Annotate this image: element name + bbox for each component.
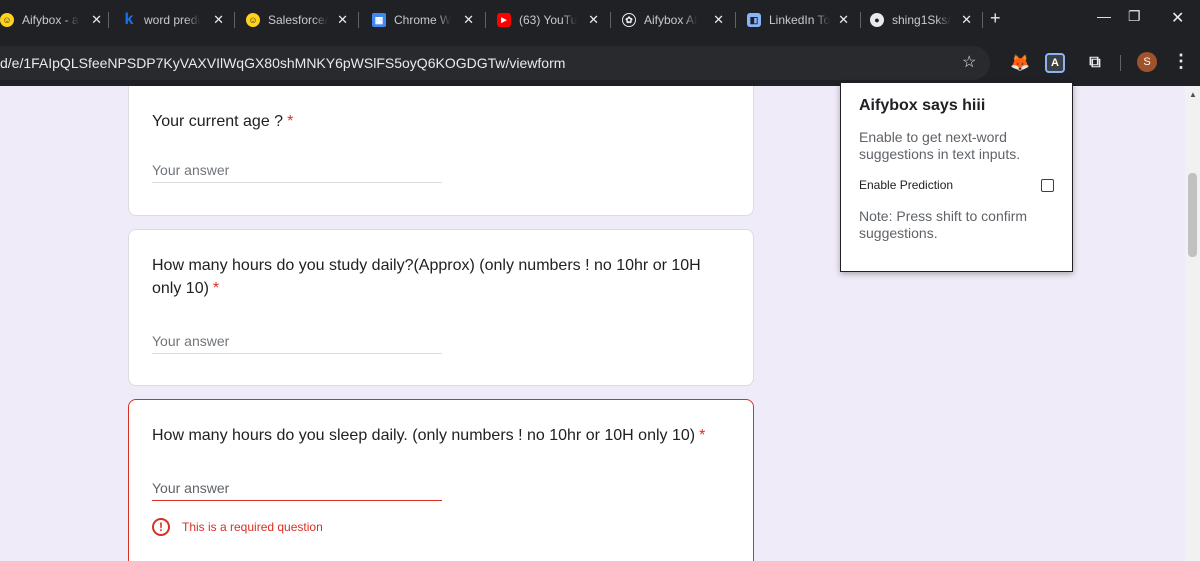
close-icon[interactable]: ✕ <box>713 12 724 28</box>
github-icon: ● <box>870 13 884 27</box>
tab-title: Salesforce/ <box>268 13 329 27</box>
close-icon[interactable]: ✕ <box>91 12 102 28</box>
scroll-thumb[interactable] <box>1188 173 1197 257</box>
question-text: Your current age ? <box>152 113 284 130</box>
address-bar[interactable]: d/e/1FAIpQLSfeeNPSDP7KyVAXVIlWqGX80shMNK… <box>0 46 990 80</box>
aifybox-popup: Aifybox says hiii Enable to get next-wor… <box>840 82 1073 272</box>
tab-title: LinkedIn To <box>769 13 831 27</box>
new-tab-button[interactable]: + <box>990 8 1001 29</box>
tab-title: Aifybox AI <box>644 13 698 27</box>
error-message: ! This is a required question <box>152 518 323 536</box>
enable-prediction-checkbox[interactable] <box>1041 178 1054 192</box>
popup-description: Enable to get next-word suggestions in t… <box>859 129 1021 162</box>
question-card-age: Your current age ? * Your answer <box>128 86 754 216</box>
question-title: How many hours do you sleep daily. (only… <box>152 424 732 447</box>
tab-strip: ☺ Aifybox - a ✕ k word predi ✕ ☺ Salesfo… <box>0 0 1200 40</box>
page-scrollbar[interactable]: ▲ <box>1185 86 1200 561</box>
popup-title: Aifybox says hiii <box>859 97 986 114</box>
tab-salesforce[interactable]: ☺ Salesforce/ ✕ <box>246 8 354 32</box>
question-text: How many hours do you sleep daily. (only… <box>152 427 696 444</box>
question-text: How many hours do you study daily?(Appro… <box>152 257 701 297</box>
aifybox-extension-icon[interactable]: A <box>1045 53 1065 73</box>
close-icon[interactable]: ✕ <box>588 12 599 28</box>
enable-prediction-row[interactable]: Enable Prediction <box>859 178 1054 192</box>
close-icon[interactable]: ✕ <box>961 12 972 28</box>
tab-github[interactable]: ● shing1Sks/ ✕ <box>870 8 978 32</box>
tab-title: (63) YouTu <box>519 13 578 27</box>
scroll-up-arrow-icon[interactable]: ▲ <box>1189 90 1197 99</box>
tab-separator <box>485 12 486 28</box>
bookmark-star-icon[interactable]: ☆ <box>962 52 976 72</box>
answer-input[interactable]: Your answer <box>152 162 442 183</box>
required-asterisk: * <box>287 113 294 130</box>
metamask-fox-icon[interactable]: 🦊 <box>1010 53 1030 73</box>
minimize-icon[interactable]: — <box>1097 8 1111 24</box>
tab-title: shing1Sks/ <box>892 13 951 27</box>
tab-separator <box>860 12 861 28</box>
youtube-icon: ▶ <box>497 13 511 27</box>
enable-prediction-label: Enable Prediction <box>859 178 954 192</box>
error-text: This is a required question <box>182 520 323 534</box>
openai-icon: ✿ <box>622 13 636 27</box>
linkedin-icon: ◧ <box>747 13 761 27</box>
required-asterisk: * <box>212 280 220 297</box>
question-card-study-hours: How many hours do you study daily?(Appro… <box>128 229 754 386</box>
close-icon[interactable]: ✕ <box>463 12 474 28</box>
question-card-sleep-hours: How many hours do you sleep daily. (only… <box>128 399 754 561</box>
tab-separator <box>108 12 109 28</box>
tab-separator <box>358 12 359 28</box>
tab-separator <box>610 12 611 28</box>
tab-chrome-web-store[interactable]: ▦ Chrome W ✕ <box>372 8 480 32</box>
tab-separator <box>234 12 235 28</box>
tab-separator <box>982 12 983 28</box>
tab-separator <box>735 12 736 28</box>
profile-avatar[interactable]: S <box>1137 52 1157 72</box>
tab-aifybox-ai[interactable]: ✿ Aifybox AI ✕ <box>622 8 730 32</box>
tab-word-prediction[interactable]: k word predi ✕ <box>122 8 230 32</box>
tab-title: Aifybox - a <box>22 13 79 27</box>
hugging-face-icon: ☺ <box>0 13 14 27</box>
chrome-web-store-icon: ▦ <box>372 13 386 27</box>
chrome-menu-icon[interactable]: ⋮ <box>1172 51 1190 72</box>
close-icon[interactable]: ✕ <box>838 12 849 28</box>
tab-title: word predi <box>144 13 201 27</box>
required-asterisk: * <box>699 427 706 444</box>
tab-linkedin[interactable]: ◧ LinkedIn To ✕ <box>747 8 855 32</box>
k-icon: k <box>124 11 134 28</box>
tab-aifybox[interactable]: ☺ Aifybox - a ✕ <box>0 8 108 32</box>
restore-icon[interactable]: ❐ <box>1128 8 1141 25</box>
question-title: How many hours do you study daily?(Appro… <box>152 254 732 300</box>
toolbar-separator <box>1120 55 1121 71</box>
tab-youtube[interactable]: ▶ (63) YouTu ✕ <box>497 8 605 32</box>
error-exclamation-icon: ! <box>152 518 170 536</box>
url-text[interactable]: d/e/1FAIpQLSfeeNPSDP7KyVAXVIlWqGX80shMNK… <box>0 55 565 71</box>
answer-input[interactable]: Your answer <box>152 480 442 501</box>
window-close-icon[interactable]: ✕ <box>1171 8 1184 28</box>
tab-title: Chrome W <box>394 13 452 27</box>
hugging-face-icon: ☺ <box>246 13 260 27</box>
close-icon[interactable]: ✕ <box>213 12 224 28</box>
answer-input[interactable]: Your answer <box>152 333 442 354</box>
extensions-puzzle-icon[interactable]: ⧉ <box>1085 53 1105 73</box>
popup-note: Note: Press shift to confirm suggestions… <box>859 208 1028 241</box>
question-title: Your current age ? * <box>152 110 732 133</box>
browser-toolbar: d/e/1FAIpQLSfeeNPSDP7KyVAXVIlWqGX80shMNK… <box>0 40 1200 86</box>
close-icon[interactable]: ✕ <box>337 12 348 28</box>
